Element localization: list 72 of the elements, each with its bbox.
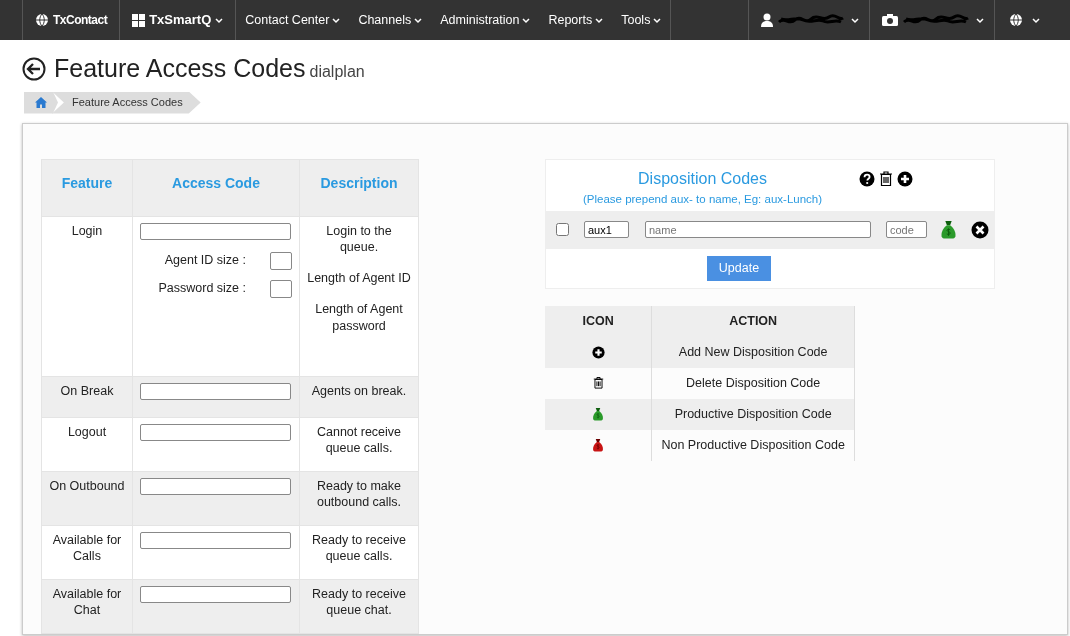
field-label: Agent ID size : [164,252,246,269]
row-checkbox[interactable] [556,223,569,237]
description-text: Ready to receive queue chat. [311,585,407,620]
description-text: Cannot receive queue calls. [315,423,403,458]
remove-icon[interactable] [971,220,989,239]
nav-menu[interactable]: Channels [351,10,430,30]
caret-icon [976,16,984,24]
home-icon [35,97,47,108]
caret-icon [653,16,662,24]
caret-icon [414,16,423,24]
table-cell: Login [41,216,133,376]
nav-menu[interactable]: Reports [541,10,611,30]
column-header: Feature [41,159,133,216]
trash-icon [592,376,604,391]
breadcrumb-home[interactable] [24,91,58,114]
plus-icon [591,345,605,359]
description-text: Agents on break. [310,382,408,400]
table-cell: On Break [41,376,133,417]
breadcrumb-item[interactable]: Feature Access Codes [52,91,201,114]
caret-icon [332,16,341,24]
column-header: Access Code [132,159,300,216]
caret-icon [1032,16,1040,24]
description-text: Length of Agent ID [307,270,411,288]
page-title: Feature Access Codes [54,53,306,84]
app-switcher[interactable]: TxSmartQ [149,10,212,30]
input-field[interactable] [140,222,291,240]
table-cell: Productive Disposition Code [651,398,855,430]
help-icon[interactable] [859,170,875,187]
name-field[interactable]: name [645,221,871,239]
table-cell: Logout [41,417,133,471]
description-text: Length of Agent password [314,301,404,335]
hint-text: (Please prepend aux- to name, Eg: aux-Lunch) [581,191,824,207]
input-field[interactable] [140,585,291,603]
caret-icon [851,16,859,24]
table-cell: On Outbound [41,471,133,525]
description-text: Ready to receive queue calls. [311,531,407,566]
column-header: ACTION [651,305,855,337]
page-subtitle: dialplan [309,62,365,82]
money-bag-icon[interactable] [940,218,957,242]
aux-field[interactable]: aux1 [584,221,629,239]
table-cell: Available for Calls [41,525,133,579]
field-label: Password size : [158,280,246,297]
globe-icon [1009,13,1023,27]
nav-menu[interactable]: Tools [614,10,669,30]
input-field[interactable] [270,279,292,298]
caret-icon [522,16,531,24]
panel-title: Disposition Codes [637,168,768,189]
camera-icon[interactable] [882,13,898,27]
table-cell: Non Productive Disposition Code [651,429,855,461]
description-text: Login to the queue. [325,222,393,257]
nav-menu[interactable]: Administration [433,10,538,30]
globe-icon [35,13,49,27]
column-header: ICON [545,305,652,337]
table-cell: Delete Disposition Code [651,367,855,399]
brand-name[interactable]: TxContact [53,11,108,29]
trash-icon[interactable] [879,170,893,187]
input-field[interactable] [140,382,291,400]
table-cell: Available for Chat [41,579,133,633]
code-field[interactable]: code [886,221,927,239]
caret-icon [215,16,224,24]
grid-icon [132,13,146,27]
input-field[interactable] [270,251,292,270]
input-field[interactable] [140,531,291,549]
column-header: Description [299,159,419,216]
description-text: Ready to make outbound calls. [315,477,403,512]
caret-icon [595,16,604,24]
table-cell: Add New Disposition Code [651,336,855,368]
input-field[interactable] [140,477,291,495]
nav-menu[interactable]: Contact Center [238,10,348,30]
input-field[interactable] [140,423,291,441]
user-icon[interactable] [761,13,773,27]
plus-icon[interactable] [897,170,913,187]
